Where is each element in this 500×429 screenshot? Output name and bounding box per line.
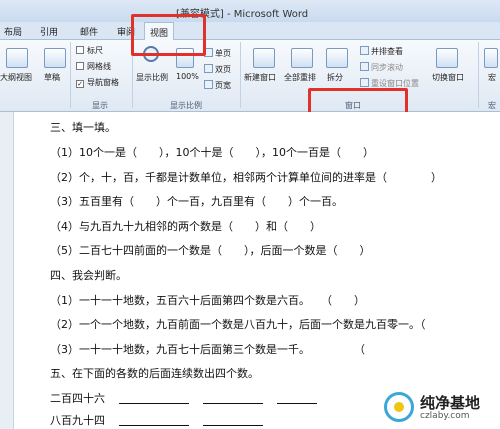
doc-line: （5）二百七十四前面的一个数是（ ），后面一个数是（ ）	[50, 244, 371, 257]
doc-line: （1）10个一是（ ），10个十是（ ），10个一百是（ ）	[50, 146, 374, 159]
ribbon-tabs: 布局 引用 邮件 审阅 视图	[0, 22, 500, 41]
answer-blank[interactable]	[203, 416, 263, 426]
ribbon: 大纲视图 草稿 标尺 网格线 ✓ 导航窗格 显示 显示比例 100% 单页 双页 …	[0, 40, 500, 112]
ruler-label: 标尺	[87, 46, 103, 55]
answer-blank[interactable]	[203, 394, 263, 404]
group-separator	[70, 42, 71, 108]
arrange-all-button[interactable]: 全部重排	[284, 72, 316, 83]
zoom-button[interactable]: 显示比例	[136, 72, 168, 83]
group-separator	[478, 42, 479, 108]
one-page-label: 单页	[215, 49, 231, 58]
split-icon[interactable]	[326, 48, 348, 68]
reset-position-icon	[360, 78, 369, 87]
watermark: 纯净基地 czlaby.com	[378, 386, 500, 429]
checkbox-checked-icon[interactable]: ✓	[76, 80, 84, 88]
highlight-view-tab	[131, 14, 206, 56]
draft-view-button[interactable]: 草稿	[44, 72, 60, 83]
checkbox-icon[interactable]	[76, 62, 84, 70]
doc-line: （1）一十一十地数，五百六十后面第四个数是六百。 （ ）	[50, 294, 365, 307]
gridlines-checkbox[interactable]: 网格线	[76, 61, 111, 72]
tab-references[interactable]: 引用	[40, 25, 58, 38]
answer-blank[interactable]	[119, 394, 189, 404]
answer-blank[interactable]	[277, 394, 317, 404]
switch-window-icon[interactable]	[436, 48, 458, 68]
page-width-button[interactable]: 页宽	[204, 80, 231, 91]
doc-line: （3）一十一十地数，九百七十后面第三个数是一千。 （	[50, 343, 365, 356]
tab-layout[interactable]: 布局	[4, 25, 22, 38]
answer-blank[interactable]	[119, 416, 189, 426]
ruler-checkbox[interactable]: 标尺	[76, 45, 103, 56]
split-button[interactable]: 拆分	[327, 72, 343, 83]
zoom-100-button[interactable]: 100%	[176, 72, 199, 81]
arrange-all-icon[interactable]	[291, 48, 313, 68]
macros-icon[interactable]	[484, 48, 498, 68]
doc-line: （2）一个一个地数，九百前面一个数是八百九十，后面一个数是九百零一。（	[50, 318, 426, 331]
switch-window-button[interactable]: 切换窗口	[432, 72, 464, 83]
doc-line: 三、填一填。	[50, 121, 116, 134]
count-prompt: 八百九十四	[50, 414, 105, 427]
nav-pane-label: 导航窗格	[87, 78, 119, 87]
watermark-url: czlaby.com	[420, 411, 470, 421]
watermark-text: 纯净基地	[420, 394, 481, 412]
one-page-button[interactable]: 单页	[204, 48, 231, 59]
reset-position-label: 重设窗口位置	[371, 79, 419, 88]
tab-mailings[interactable]: 邮件	[80, 25, 98, 38]
pages-icon	[204, 64, 213, 73]
draft-view-icon[interactable]	[44, 48, 66, 68]
outline-view-icon[interactable]	[6, 48, 28, 68]
doc-line: （3）五百里有（ ）个一百，九百里有（ ）个一百。	[50, 195, 343, 208]
count-prompt: 二百四十六	[50, 392, 105, 405]
side-by-side-label: 并排查看	[371, 47, 403, 56]
page-width-label: 页宽	[215, 81, 231, 90]
watermark-logo-icon	[384, 392, 414, 422]
side-by-side-button[interactable]: 并排查看	[360, 46, 403, 57]
sync-scroll-button[interactable]: 同步滚动	[360, 62, 403, 73]
group-label-zoom: 显示比例	[170, 101, 202, 110]
group-label-show: 显示	[92, 101, 108, 110]
doc-line: 八百九十四	[50, 412, 263, 428]
sync-scroll-icon	[360, 62, 369, 71]
doc-line: （2）个，十，百，千都是计数单位，相邻两个计算单位间的进率是（ ）	[50, 171, 442, 184]
sync-scroll-label: 同步滚动	[371, 63, 403, 72]
doc-line: 五、在下面的各数的后面连续数出四个数。	[50, 367, 259, 380]
doc-line: 二百四十六	[50, 390, 317, 406]
group-label-macros: 宏	[488, 101, 496, 110]
outline-view-button[interactable]: 大纲视图	[0, 72, 32, 83]
macros-button[interactable]: 宏	[488, 72, 496, 83]
nav-pane-checkbox[interactable]: ✓ 导航窗格	[76, 77, 119, 88]
gridlines-label: 网格线	[87, 62, 111, 71]
two-pages-label: 双页	[215, 65, 231, 74]
doc-line: （4）与九百九十九相邻的两个数是（ ）和（ ）	[50, 220, 321, 233]
page-width-icon	[204, 80, 213, 89]
group-separator	[240, 42, 241, 108]
new-window-button[interactable]: 新建窗口	[244, 72, 276, 83]
doc-line: 四、我会判断。	[50, 269, 127, 282]
title-bar: [兼容模式] - Microsoft Word	[0, 0, 500, 22]
vertical-ruler	[0, 112, 14, 429]
checkbox-icon[interactable]	[76, 46, 84, 54]
two-pages-button[interactable]: 双页	[204, 64, 231, 75]
side-by-side-icon	[360, 46, 369, 55]
new-window-icon[interactable]	[253, 48, 275, 68]
